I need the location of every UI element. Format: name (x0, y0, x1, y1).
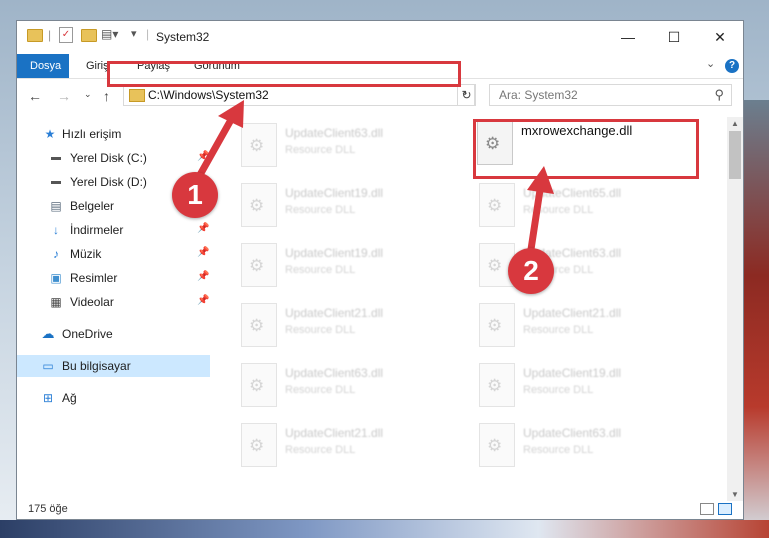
annotation-arrows (192, 100, 554, 260)
arrow-2-head (527, 166, 554, 194)
step-1-badge: 1 (172, 172, 218, 218)
step-2-badge: 2 (508, 248, 554, 294)
arrow-2-line (526, 186, 544, 260)
